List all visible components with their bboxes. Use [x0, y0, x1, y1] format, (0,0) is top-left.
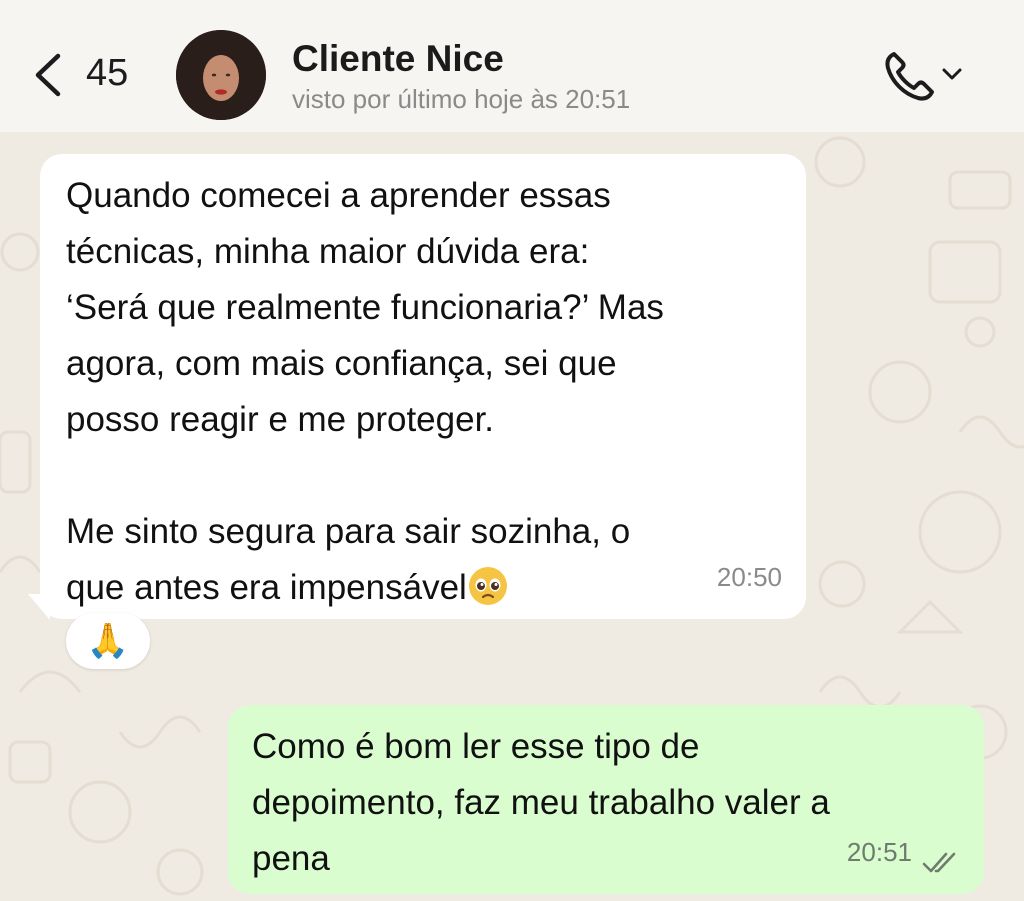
reaction-badge[interactable]: 🙏	[66, 613, 150, 669]
message-timestamp: 20:50	[716, 562, 782, 592]
chat-header: 45 Cliente Nice visto por último hoje às…	[0, 0, 1024, 132]
incoming-message-text: Quando comecei a aprender essas técnicas…	[66, 176, 664, 607]
last-seen-status: visto por último hoje às 20:51	[292, 84, 631, 114]
call-button[interactable]	[880, 46, 970, 106]
avatar[interactable]	[176, 30, 266, 120]
pleading-face-icon	[468, 567, 507, 605]
chevron-left-icon	[35, 53, 61, 97]
phone-icon	[885, 52, 934, 101]
bubble-tail	[28, 594, 50, 620]
outgoing-message-bubble[interactable]: Como é bom ler esse tipo de depoimento, …	[228, 705, 984, 894]
unread-count[interactable]: 45	[86, 52, 128, 95]
message-timestamp: 20:51	[846, 837, 912, 867]
back-button[interactable]	[26, 50, 76, 100]
chat-area: Quando comecei a aprender essas técnicas…	[0, 132, 1024, 901]
incoming-message-bubble[interactable]: Quando comecei a aprender essas técnicas…	[40, 154, 806, 619]
read-ticks-icon	[922, 852, 956, 873]
contact-name[interactable]: Cliente Nice	[292, 38, 504, 80]
chevron-down-icon	[942, 68, 962, 80]
